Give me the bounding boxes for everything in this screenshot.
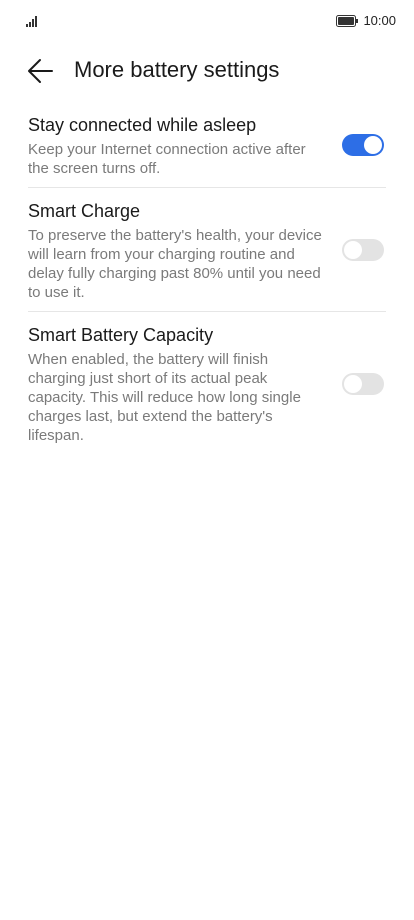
setting-description: To preserve the battery's health, your d… <box>28 227 322 301</box>
setting-text: Stay connected while asleep Keep your In… <box>28 112 324 178</box>
stay-connected-toggle[interactable] <box>342 134 384 156</box>
status-time: 10:00 <box>363 13 396 28</box>
toggle-knob <box>344 374 362 393</box>
setting-text: Smart Charge To preserve the battery's h… <box>28 198 324 302</box>
smart-charge-toggle[interactable] <box>342 239 384 261</box>
setting-smart-battery-capacity[interactable]: Smart Battery Capacity When enabled, the… <box>28 322 386 445</box>
divider <box>28 311 386 312</box>
page-title: More battery settings <box>74 57 280 82</box>
status-bar: 10:00 <box>0 0 414 44</box>
page-header: More battery settings <box>0 48 414 94</box>
settings-list: Stay connected while asleep Keep your In… <box>28 112 386 445</box>
battery-full-icon <box>336 14 359 27</box>
setting-text: Smart Battery Capacity When enabled, the… <box>28 322 324 445</box>
setting-smart-charge[interactable]: Smart Charge To preserve the battery's h… <box>28 198 386 302</box>
setting-title: Smart Charge <box>28 201 141 221</box>
setting-title: Stay connected while asleep <box>28 115 257 135</box>
signal-bars-icon <box>26 16 37 27</box>
smart-battery-capacity-toggle[interactable] <box>342 372 384 395</box>
arrow-left-icon[interactable] <box>26 56 56 86</box>
setting-title: Smart Battery Capacity <box>28 325 214 345</box>
setting-description: When enabled, the battery will finish ch… <box>28 351 301 444</box>
setting-stay-connected[interactable]: Stay connected while asleep Keep your In… <box>28 112 386 178</box>
toggle-knob <box>364 136 382 154</box>
toggle-knob <box>344 241 362 259</box>
setting-description: Keep your Internet connection active aft… <box>28 141 306 177</box>
divider <box>28 187 386 188</box>
status-right: 10:00 <box>336 13 396 28</box>
